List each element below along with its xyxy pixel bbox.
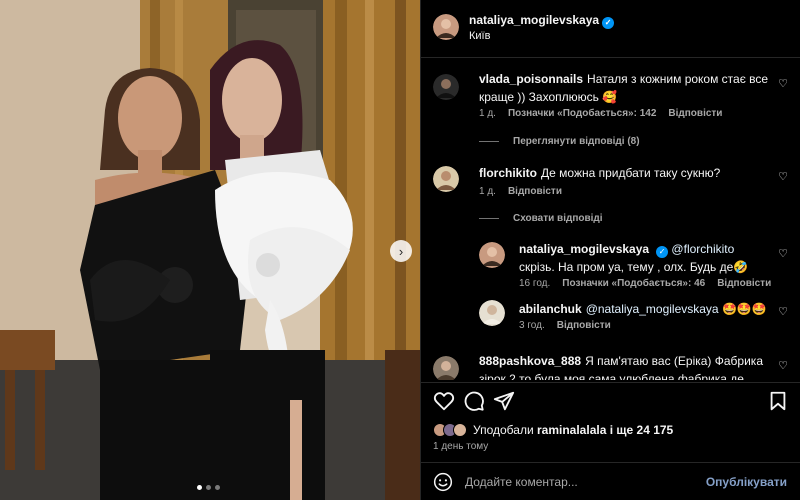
verified-badge-icon: ✓ [656, 246, 669, 258]
heart-icon: ♡ [778, 248, 788, 260]
comment-button[interactable] [463, 390, 485, 412]
post-header: nataliya_mogilevskaya ✓ Київ [421, 0, 800, 58]
likes-summary[interactable]: Уподобали raminalalala і ще 24 175 [433, 420, 673, 440]
comment-username[interactable]: 888pashkova_888 [479, 354, 581, 368]
reply-mention[interactable]: @florchikito [671, 242, 734, 256]
photo-image [0, 0, 420, 500]
likes-suffix[interactable]: і ще 24 175 [610, 423, 674, 437]
comment-text: vlada_poisonnails Наталя з кожним роком с… [479, 70, 769, 106]
author-avatar[interactable] [433, 14, 459, 40]
reply-reply-button[interactable]: Відповісти [557, 320, 611, 331]
author-username-row[interactable]: nataliya_mogilevskaya ✓ [469, 13, 615, 29]
comment-likes-count[interactable]: Позначки «Подобається»: 142 [508, 108, 656, 119]
reply-body: 🤩🤩🤩 [721, 302, 767, 316]
emoji-button[interactable] [433, 472, 453, 492]
reply-like-button[interactable]: ♡ [777, 248, 789, 260]
author-username[interactable]: nataliya_mogilevskaya [469, 13, 599, 27]
comments-list[interactable]: vlada_poisonnails Наталя з кожним роком с… [421, 58, 800, 380]
add-comment-bar: Опублікувати [421, 462, 800, 500]
comment-meta: 1 д. Позначки «Подобається»: 142 Відпові… [479, 108, 722, 119]
reply-meta: 16 год. Позначки «Подобається»: 46 Відпо… [519, 278, 771, 289]
likes-prefix: Уподобали [473, 423, 534, 437]
hide-replies-button[interactable]: Сховати відповіді [479, 213, 603, 224]
comment-input[interactable] [465, 471, 715, 493]
comment-username[interactable]: vlada_poisonnails [479, 72, 583, 86]
carousel-dot [197, 485, 202, 490]
verified-badge-icon: ✓ [602, 17, 615, 29]
comment-reply-button[interactable]: Відповісти [668, 108, 722, 119]
comment-username[interactable]: florchikito [479, 166, 537, 180]
divider-line [479, 141, 499, 142]
carousel-indicator [197, 485, 220, 490]
likes-user[interactable]: raminalalala [537, 423, 606, 437]
comment-like-button[interactable]: ♡ [777, 171, 789, 183]
post-comment-button[interactable]: Опублікувати [706, 475, 787, 489]
share-icon [493, 391, 515, 411]
reply-text: nataliya_mogilevskaya ✓ @florchikito скрі… [519, 240, 769, 276]
comment-like-button[interactable]: ♡ [777, 360, 789, 372]
post-location[interactable]: Київ [469, 30, 490, 42]
reply-likes-count[interactable]: Позначки «Подобається»: 46 [562, 278, 705, 289]
post-photo[interactable]: › [0, 0, 420, 500]
view-replies-button[interactable]: Переглянути відповіді (8) [479, 136, 640, 147]
reply-like-button[interactable]: ♡ [777, 306, 789, 318]
commenter-avatar[interactable] [433, 74, 459, 100]
comment-body: Де можна придбати таку сукню? [541, 166, 721, 180]
reply-mention[interactable]: @nataliya_mogilevskaya [586, 302, 719, 316]
next-photo-button[interactable]: › [390, 240, 412, 262]
post-viewer: › nataliya_mogilevskaya ✓ Київ vlada_poi… [0, 0, 800, 500]
commenter-avatar[interactable] [433, 356, 459, 380]
comment-icon [464, 391, 484, 411]
comment-time[interactable]: 1 д. [479, 108, 496, 119]
comment-time[interactable]: 1 д. [479, 186, 496, 197]
comment-like-button[interactable]: ♡ [777, 78, 789, 90]
reply-text: abilanchuk @nataliya_mogilevskaya 🤩🤩🤩 [519, 300, 769, 318]
heart-icon [433, 392, 455, 411]
post-side-panel: nataliya_mogilevskaya ✓ Київ vlada_poison… [420, 0, 800, 500]
carousel-dot [215, 485, 220, 490]
likes-text: Уподобали raminalalala і ще 24 175 [473, 423, 673, 437]
heart-icon: ♡ [778, 78, 788, 90]
reply-time[interactable]: 3 год. [519, 320, 545, 331]
reply-body: скрізь. На пром уа, тему , олх. Будь де🤣 [519, 260, 749, 274]
heart-icon: ♡ [778, 360, 788, 372]
heart-icon: ♡ [778, 306, 788, 318]
view-replies-label: Переглянути відповіді (8) [513, 136, 640, 147]
divider-line [479, 218, 499, 219]
comment-text: florchikito Де можна придбати таку сукню? [479, 164, 769, 182]
reply-username[interactable]: nataliya_mogilevskaya [519, 242, 649, 256]
chevron-right-icon: › [398, 243, 404, 259]
comment-reply-button[interactable]: Відповісти [508, 186, 562, 197]
comment-text: 888pashkova_888 Я пам'ятаю вас (Еріка) Фа… [479, 352, 769, 380]
share-button[interactable] [493, 390, 515, 412]
comment-meta: 1 д. Відповісти [479, 186, 562, 197]
reply-meta: 3 год. Відповісти [519, 320, 611, 331]
commenter-avatar[interactable] [433, 166, 459, 192]
reply-reply-button[interactable]: Відповісти [717, 278, 771, 289]
reply-username[interactable]: abilanchuk [519, 302, 582, 316]
smiley-icon [433, 472, 453, 492]
reply-avatar[interactable] [479, 300, 505, 326]
save-button[interactable] [767, 390, 789, 412]
heart-icon: ♡ [778, 171, 788, 183]
carousel-dot [206, 485, 211, 490]
post-actions [421, 382, 800, 418]
bookmark-icon [770, 391, 786, 411]
liker-avatar [453, 423, 467, 437]
post-date[interactable]: 1 день тому [433, 441, 488, 452]
reply-avatar[interactable] [479, 242, 505, 268]
reply-time[interactable]: 16 год. [519, 278, 550, 289]
like-button[interactable] [433, 390, 455, 412]
hide-replies-label: Сховати відповіді [513, 213, 603, 224]
